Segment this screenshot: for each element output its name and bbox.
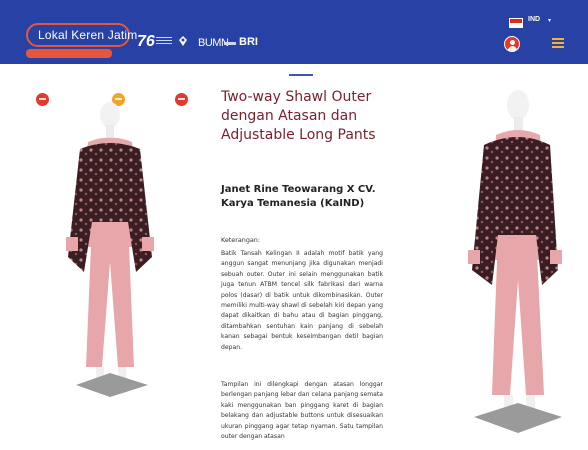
- color-option-red-2[interactable]: [175, 93, 188, 106]
- user-account-icon[interactable]: [504, 36, 520, 52]
- description-paragraph: Batik Tansah Kelingan II adalah motif ba…: [221, 250, 383, 351]
- description-paragraph: Tampilan ini dilengkapi dengan atasan lo…: [221, 381, 383, 441]
- product-title: Two-way Shawl Outer dengan Atasan dan Ad…: [221, 89, 376, 143]
- bumn-tagline: [224, 42, 236, 45]
- anniversary-76-tagline: [156, 37, 172, 46]
- site-logo[interactable]: Lokal Keren Jatim: [26, 23, 137, 47]
- description-label: Keterangan:: [221, 236, 261, 244]
- product-image-front[interactable]: [48, 97, 172, 397]
- anniversary-76-logo: 76: [137, 33, 155, 50]
- bri-logo: BRI: [239, 36, 258, 48]
- hamburger-menu-icon[interactable]: [552, 38, 564, 48]
- top-header: Lokal Keren Jatim 76 BUMN BRI IND ▾: [0, 0, 588, 64]
- product-image-angle[interactable]: [454, 85, 574, 435]
- logo-text: Lokal Keren Jatim: [38, 28, 138, 42]
- designer-name: Janet Rine Teowarang X CV. Karya Temanes…: [221, 184, 376, 209]
- chevron-down-icon[interactable]: ▾: [548, 17, 551, 24]
- tut-wuri-logo: [179, 36, 187, 46]
- section-divider: [289, 74, 313, 76]
- language-selector[interactable]: IND: [528, 16, 540, 23]
- indonesia-flag-icon[interactable]: [509, 18, 523, 28]
- logo-subtitle-badge: [26, 49, 112, 58]
